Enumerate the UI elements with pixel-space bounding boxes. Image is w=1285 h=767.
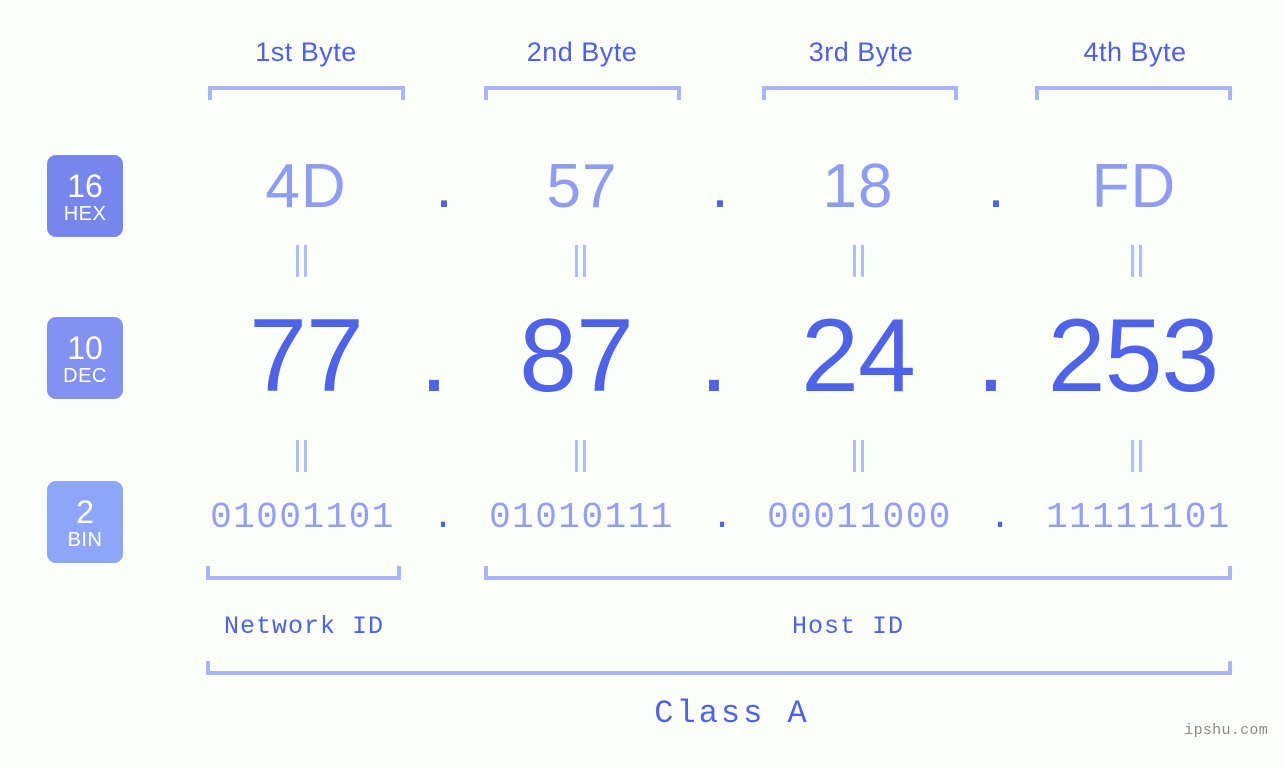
bin-byte-3: 00011000 bbox=[767, 497, 952, 538]
base-badge-bin-number: 2 bbox=[76, 493, 94, 530]
equality-bar bbox=[1130, 440, 1134, 472]
equality-mark-dec-bin-2 bbox=[567, 440, 593, 472]
equality-bar bbox=[574, 440, 578, 472]
dec-byte-1: 77 bbox=[249, 298, 364, 414]
bin-byte-2: 01010111 bbox=[489, 497, 674, 538]
base-badge-dec-system: DEC bbox=[63, 364, 107, 387]
base-badge-dec: 10 DEC bbox=[47, 317, 123, 399]
byte-bracket-4 bbox=[1035, 86, 1232, 100]
byte-label-4: 4th Byte bbox=[1083, 37, 1187, 67]
byte-bracket-2 bbox=[484, 86, 681, 100]
byte-bracket-3 bbox=[762, 86, 958, 100]
base-badge-bin-system: BIN bbox=[67, 528, 103, 551]
equality-mark-hex-dec-1 bbox=[288, 245, 314, 277]
equality-mark-hex-dec-3 bbox=[845, 245, 871, 277]
equality-mark-hex-dec-2 bbox=[567, 245, 593, 277]
equality-bar bbox=[1138, 245, 1142, 277]
bin-separator-3: . bbox=[989, 497, 1011, 538]
hex-byte-3: 18 bbox=[822, 152, 894, 221]
bin-byte-1: 01001101 bbox=[210, 497, 395, 538]
host-id-label: Host ID bbox=[791, 612, 905, 641]
hex-separator-1: . bbox=[435, 152, 453, 221]
network-id-bracket bbox=[206, 566, 401, 580]
host-id-bracket bbox=[484, 566, 1232, 580]
watermark: ipshu.com bbox=[1184, 722, 1268, 739]
base-badge-dec-number: 10 bbox=[67, 329, 103, 366]
equality-bar bbox=[852, 440, 856, 472]
equality-bar bbox=[295, 440, 299, 472]
dec-separator-1: . bbox=[419, 298, 449, 414]
hex-byte-1: 4D bbox=[265, 152, 347, 221]
dec-separator-2: . bbox=[699, 298, 729, 414]
dec-byte-2: 87 bbox=[519, 298, 634, 414]
equality-mark-dec-bin-1 bbox=[288, 440, 314, 472]
hex-separator-2: . bbox=[711, 152, 729, 221]
equality-mark-hex-dec-4 bbox=[1123, 245, 1149, 277]
equality-bar bbox=[852, 245, 856, 277]
base-badge-hex-number: 16 bbox=[67, 167, 103, 204]
equality-bar bbox=[1138, 440, 1142, 472]
byte-label-2: 2nd Byte bbox=[526, 37, 638, 67]
hex-separator-3: . bbox=[987, 152, 1005, 221]
equality-bar bbox=[303, 245, 307, 277]
bin-separator-1: . bbox=[432, 497, 454, 538]
equality-bar bbox=[582, 440, 586, 472]
equality-bar bbox=[582, 245, 586, 277]
equality-mark-dec-bin-3 bbox=[845, 440, 871, 472]
equality-bar bbox=[295, 245, 299, 277]
base-badge-hex-system: HEX bbox=[63, 202, 107, 225]
byte-bracket-1 bbox=[208, 86, 405, 100]
equality-mark-dec-bin-4 bbox=[1123, 440, 1149, 472]
base-badge-hex: 16 HEX bbox=[47, 155, 123, 237]
equality-bar bbox=[1130, 245, 1134, 277]
dec-separator-3: . bbox=[976, 298, 1006, 414]
base-badge-bin: 2 BIN bbox=[47, 481, 123, 563]
bin-byte-4: 11111101 bbox=[1046, 497, 1231, 538]
bin-separator-2: . bbox=[711, 497, 733, 538]
dec-byte-3: 24 bbox=[801, 298, 916, 414]
ip-byte-breakdown-diagram: 1st Byte 2nd Byte 3rd Byte 4th Byte 16 H… bbox=[0, 0, 1285, 767]
byte-label-3: 3rd Byte bbox=[808, 37, 914, 67]
dec-byte-4: 253 bbox=[1047, 298, 1220, 414]
class-label: Class A bbox=[654, 695, 810, 732]
byte-label-1: 1st Byte bbox=[255, 37, 357, 67]
network-id-label: Network ID bbox=[223, 612, 385, 641]
equality-bar bbox=[574, 245, 578, 277]
hex-byte-4: FD bbox=[1091, 152, 1177, 221]
hex-byte-2: 57 bbox=[546, 152, 618, 221]
equality-bar bbox=[860, 440, 864, 472]
class-bracket bbox=[206, 661, 1232, 675]
equality-bar bbox=[303, 440, 307, 472]
equality-bar bbox=[860, 245, 864, 277]
